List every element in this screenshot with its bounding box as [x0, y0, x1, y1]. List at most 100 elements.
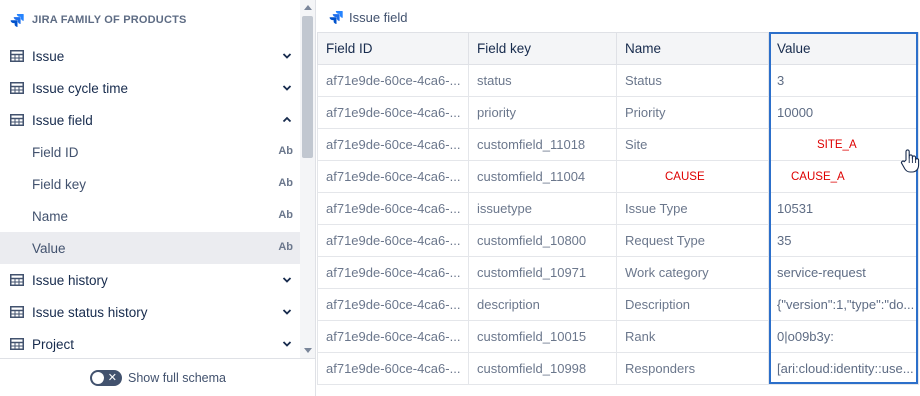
table-cell[interactable]: Request Type	[616, 224, 769, 257]
sidebar-table-issue-history[interactable]: Issue history	[0, 264, 300, 296]
show-full-schema-label[interactable]: Show full schema	[128, 371, 226, 385]
table-icon	[10, 114, 24, 126]
table-cell[interactable]: af71e9de-60ce-4ca6-...	[317, 352, 469, 385]
table-row: af71e9de-60ce-4ca6-... priority Priority…	[317, 96, 919, 129]
show-full-schema-toggle[interactable]: ✕	[90, 369, 123, 386]
sidebar-table-label: Issue status history	[32, 304, 148, 320]
sidebar-table-label: Project	[32, 336, 75, 352]
toggle-knob	[92, 371, 105, 384]
table-row: af71e9de-60ce-4ca6-... customfield_10015…	[317, 320, 919, 353]
table-cell[interactable]: description	[468, 288, 617, 321]
table-cell[interactable]: Work category	[616, 256, 769, 289]
table-cell[interactable]: af71e9de-60ce-4ca6-...	[317, 96, 469, 129]
table-cell[interactable]: 10531	[768, 192, 919, 225]
table-row: af71e9de-60ce-4ca6-... customfield_11018…	[317, 128, 919, 161]
table-row: af71e9de-60ce-4ca6-... customfield_11004…	[317, 160, 919, 193]
hand-cursor-icon	[900, 149, 920, 173]
sidebar-table-label: Issue	[32, 48, 65, 64]
scrollbar-thumb[interactable]	[302, 16, 313, 158]
sidebar-table-label: Issue cycle time	[32, 80, 129, 96]
table-cell[interactable]: CAUSE	[616, 160, 769, 193]
table-cell[interactable]: af71e9de-60ce-4ca6-...	[317, 288, 469, 321]
preview-title: Issue field	[349, 9, 408, 25]
table-icon	[10, 274, 24, 286]
text-type-icon: Ab	[278, 145, 293, 157]
table-cell[interactable]: [ari:cloud:identity::use...	[768, 352, 919, 385]
table-cell[interactable]: Responders	[616, 352, 769, 385]
preview-header: Issue field	[329, 9, 408, 25]
table-row: af71e9de-60ce-4ca6-... issuetype Issue T…	[317, 192, 919, 225]
table-cell[interactable]: af71e9de-60ce-4ca6-...	[317, 160, 469, 193]
table-cell[interactable]: 3	[768, 64, 919, 97]
sidebar-table-issue-status-history[interactable]: Issue status history	[0, 296, 300, 328]
chevron-down-icon[interactable]	[282, 275, 292, 285]
schema-sidebar: JIRA FAMILY OF PRODUCTS Issue Issue cycl…	[0, 0, 316, 396]
table-cell[interactable]: Priority	[616, 96, 769, 129]
table-row: af71e9de-60ce-4ca6-... customfield_10971…	[317, 256, 919, 289]
table-cell[interactable]: af71e9de-60ce-4ca6-...	[317, 256, 469, 289]
table-cell[interactable]: priority	[468, 96, 617, 129]
table-icon	[10, 306, 24, 318]
chevron-down-icon[interactable]	[282, 339, 292, 349]
sidebar-table-issue-field[interactable]: Issue field	[0, 104, 300, 136]
table-cell[interactable]: 35	[768, 224, 919, 257]
table-cell[interactable]: af71e9de-60ce-4ca6-...	[317, 128, 469, 161]
sidebar-field-name[interactable]: Name Ab	[0, 200, 300, 232]
table-row: af71e9de-60ce-4ca6-... customfield_10998…	[317, 352, 919, 385]
sidebar-scrollbar[interactable]	[300, 0, 315, 358]
table-cell[interactable]: af71e9de-60ce-4ca6-...	[317, 224, 469, 257]
sidebar-field-value[interactable]: Value Ab	[0, 232, 300, 264]
column-header-field-id[interactable]: Field ID	[317, 32, 469, 65]
table-cell[interactable]: Issue Type	[616, 192, 769, 225]
sidebar-field-label: Field key	[32, 176, 87, 192]
table-cell[interactable]: customfield_10015	[468, 320, 617, 353]
chevron-down-icon[interactable]	[282, 307, 292, 317]
text-type-icon: Ab	[278, 241, 293, 253]
chevron-down-icon[interactable]	[282, 51, 292, 61]
sidebar-table-issue-cycle-time[interactable]: Issue cycle time	[0, 72, 300, 104]
sidebar-title: JIRA FAMILY OF PRODUCTS	[32, 14, 187, 26]
sidebar-table-issue[interactable]: Issue	[0, 40, 300, 72]
table-cell[interactable]: customfield_11018	[468, 128, 617, 161]
sidebar-field-field-id[interactable]: Field ID Ab	[0, 136, 300, 168]
sidebar-field-field-key[interactable]: Field key Ab	[0, 168, 300, 200]
table-cell[interactable]: Description	[616, 288, 769, 321]
column-header-field-key[interactable]: Field key	[468, 32, 617, 65]
table-cell[interactable]: CAUSE_A	[768, 160, 919, 193]
table-cell[interactable]: af71e9de-60ce-4ca6-...	[317, 192, 469, 225]
sidebar-field-label: Field ID	[32, 144, 79, 160]
table-cell[interactable]: status	[468, 64, 617, 97]
jira-logo-icon	[329, 10, 343, 24]
jira-logo-icon	[10, 13, 24, 27]
sidebar-footer: ✕ Show full schema	[0, 358, 316, 396]
table-cell[interactable]: service-request	[768, 256, 919, 289]
column-header-name[interactable]: Name	[616, 32, 769, 65]
scroll-up-arrow-icon[interactable]	[304, 5, 312, 10]
table-cell[interactable]: customfield_10998	[468, 352, 617, 385]
chevron-up-icon[interactable]	[282, 115, 292, 125]
table-icon	[10, 338, 24, 350]
scroll-down-arrow-icon[interactable]	[304, 348, 312, 353]
sidebar-table-label: Issue field	[32, 112, 93, 128]
table-cell[interactable]: af71e9de-60ce-4ca6-...	[317, 320, 469, 353]
table-cell[interactable]: af71e9de-60ce-4ca6-...	[317, 64, 469, 97]
sidebar-table-project[interactable]: Project	[0, 328, 300, 356]
table-cell[interactable]: Site	[616, 128, 769, 161]
text-type-icon: Ab	[278, 209, 293, 221]
table-cell[interactable]: {"version":1,"type":"do...	[768, 288, 919, 321]
table-cell[interactable]: customfield_10800	[468, 224, 617, 257]
table-cell[interactable]: 0|o09b3y:	[768, 320, 919, 353]
table-cell[interactable]: customfield_10971	[468, 256, 617, 289]
table-cell[interactable]: issuetype	[468, 192, 617, 225]
table-cell[interactable]: customfield_11004	[468, 160, 617, 193]
table-cell[interactable]: 10000	[768, 96, 919, 129]
table-cell[interactable]: Rank	[616, 320, 769, 353]
sidebar-header: JIRA FAMILY OF PRODUCTS	[10, 12, 187, 28]
table-cell[interactable]: Status	[616, 64, 769, 97]
chevron-down-icon[interactable]	[282, 83, 292, 93]
table-cell[interactable]: SITE_A	[768, 128, 919, 161]
column-header-value[interactable]: Value	[768, 32, 919, 65]
table-icon	[10, 50, 24, 62]
schema-tree: Issue Issue cycle time Issue field Field…	[0, 40, 300, 356]
sidebar-field-label: Value	[32, 240, 66, 256]
